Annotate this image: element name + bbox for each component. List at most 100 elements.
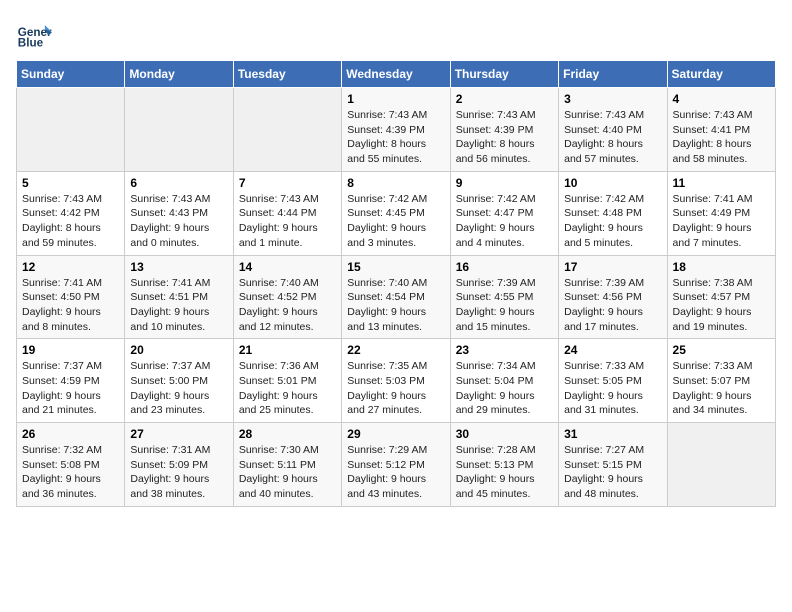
day-number: 20 [130, 343, 227, 357]
calendar-cell [17, 88, 125, 172]
day-info: Sunrise: 7:36 AM Sunset: 5:01 PM Dayligh… [239, 359, 336, 418]
day-number: 31 [564, 427, 661, 441]
day-number: 23 [456, 343, 553, 357]
day-number: 2 [456, 92, 553, 106]
day-info: Sunrise: 7:27 AM Sunset: 5:15 PM Dayligh… [564, 443, 661, 502]
calendar-cell: 29 Sunrise: 7:29 AM Sunset: 5:12 PM Dayli… [342, 423, 450, 507]
logo-icon: General Blue [16, 16, 52, 52]
logo: General Blue [16, 16, 52, 52]
calendar-cell [233, 88, 341, 172]
calendar-cell: 12 Sunrise: 7:41 AM Sunset: 4:50 PM Dayli… [17, 255, 125, 339]
day-info: Sunrise: 7:43 AM Sunset: 4:39 PM Dayligh… [456, 108, 553, 167]
day-number: 29 [347, 427, 444, 441]
day-number: 16 [456, 260, 553, 274]
day-number: 26 [22, 427, 119, 441]
day-info: Sunrise: 7:34 AM Sunset: 5:04 PM Dayligh… [456, 359, 553, 418]
day-info: Sunrise: 7:39 AM Sunset: 4:55 PM Dayligh… [456, 276, 553, 335]
day-info: Sunrise: 7:43 AM Sunset: 4:41 PM Dayligh… [673, 108, 770, 167]
day-info: Sunrise: 7:31 AM Sunset: 5:09 PM Dayligh… [130, 443, 227, 502]
day-info: Sunrise: 7:42 AM Sunset: 4:48 PM Dayligh… [564, 192, 661, 251]
day-info: Sunrise: 7:41 AM Sunset: 4:49 PM Dayligh… [673, 192, 770, 251]
day-header-wednesday: Wednesday [342, 61, 450, 88]
day-number: 7 [239, 176, 336, 190]
calendar-cell: 7 Sunrise: 7:43 AM Sunset: 4:44 PM Daylig… [233, 171, 341, 255]
day-header-monday: Monday [125, 61, 233, 88]
day-number: 10 [564, 176, 661, 190]
calendar-cell: 28 Sunrise: 7:30 AM Sunset: 5:11 PM Dayli… [233, 423, 341, 507]
calendar-cell: 3 Sunrise: 7:43 AM Sunset: 4:40 PM Daylig… [559, 88, 667, 172]
day-info: Sunrise: 7:42 AM Sunset: 4:45 PM Dayligh… [347, 192, 444, 251]
calendar-cell: 1 Sunrise: 7:43 AM Sunset: 4:39 PM Daylig… [342, 88, 450, 172]
calendar-cell [125, 88, 233, 172]
day-info: Sunrise: 7:37 AM Sunset: 5:00 PM Dayligh… [130, 359, 227, 418]
day-header-saturday: Saturday [667, 61, 775, 88]
calendar-cell: 15 Sunrise: 7:40 AM Sunset: 4:54 PM Dayli… [342, 255, 450, 339]
calendar-cell: 21 Sunrise: 7:36 AM Sunset: 5:01 PM Dayli… [233, 339, 341, 423]
day-number: 27 [130, 427, 227, 441]
day-info: Sunrise: 7:43 AM Sunset: 4:42 PM Dayligh… [22, 192, 119, 251]
day-info: Sunrise: 7:40 AM Sunset: 4:52 PM Dayligh… [239, 276, 336, 335]
day-info: Sunrise: 7:40 AM Sunset: 4:54 PM Dayligh… [347, 276, 444, 335]
page-header: General Blue [16, 16, 776, 52]
svg-text:Blue: Blue [18, 37, 44, 50]
day-info: Sunrise: 7:32 AM Sunset: 5:08 PM Dayligh… [22, 443, 119, 502]
calendar-cell: 26 Sunrise: 7:32 AM Sunset: 5:08 PM Dayli… [17, 423, 125, 507]
calendar-cell: 8 Sunrise: 7:42 AM Sunset: 4:45 PM Daylig… [342, 171, 450, 255]
calendar-cell: 2 Sunrise: 7:43 AM Sunset: 4:39 PM Daylig… [450, 88, 558, 172]
calendar-cell: 18Sunrise: 7:38 AM Sunset: 4:57 PM Dayli… [667, 255, 775, 339]
day-info: Sunrise: 7:33 AM Sunset: 5:05 PM Dayligh… [564, 359, 661, 418]
day-header-friday: Friday [559, 61, 667, 88]
day-number: 8 [347, 176, 444, 190]
day-info: Sunrise: 7:37 AM Sunset: 4:59 PM Dayligh… [22, 359, 119, 418]
day-number: 30 [456, 427, 553, 441]
calendar-cell: 30Sunrise: 7:28 AM Sunset: 5:13 PM Dayli… [450, 423, 558, 507]
day-number: 5 [22, 176, 119, 190]
day-info: Sunrise: 7:41 AM Sunset: 4:50 PM Dayligh… [22, 276, 119, 335]
day-number: 21 [239, 343, 336, 357]
day-info: Sunrise: 7:35 AM Sunset: 5:03 PM Dayligh… [347, 359, 444, 418]
calendar-cell: 13Sunrise: 7:41 AM Sunset: 4:51 PM Dayli… [125, 255, 233, 339]
day-number: 1 [347, 92, 444, 106]
day-number: 15 [347, 260, 444, 274]
calendar-cell: 31 Sunrise: 7:27 AM Sunset: 5:15 PM Dayli… [559, 423, 667, 507]
day-number: 14 [239, 260, 336, 274]
calendar-cell: 10 Sunrise: 7:42 AM Sunset: 4:48 PM Dayli… [559, 171, 667, 255]
day-info: Sunrise: 7:43 AM Sunset: 4:43 PM Dayligh… [130, 192, 227, 251]
day-number: 17 [564, 260, 661, 274]
day-header-sunday: Sunday [17, 61, 125, 88]
day-header-tuesday: Tuesday [233, 61, 341, 88]
calendar-cell: 22 Sunrise: 7:35 AM Sunset: 5:03 PM Dayli… [342, 339, 450, 423]
day-number: 19 [22, 343, 119, 357]
day-header-thursday: Thursday [450, 61, 558, 88]
calendar-cell: 20 Sunrise: 7:37 AM Sunset: 5:00 PM Dayli… [125, 339, 233, 423]
day-number: 3 [564, 92, 661, 106]
day-number: 9 [456, 176, 553, 190]
day-number: 25 [673, 343, 770, 357]
day-number: 12 [22, 260, 119, 274]
calendar-cell [667, 423, 775, 507]
day-number: 24 [564, 343, 661, 357]
day-info: Sunrise: 7:38 AM Sunset: 4:57 PM Dayligh… [673, 276, 770, 335]
calendar-cell: 11Sunrise: 7:41 AM Sunset: 4:49 PM Dayli… [667, 171, 775, 255]
calendar-cell: 5 Sunrise: 7:43 AM Sunset: 4:42 PM Daylig… [17, 171, 125, 255]
calendar-cell: 24 Sunrise: 7:33 AM Sunset: 5:05 PM Dayli… [559, 339, 667, 423]
calendar-cell: 14 Sunrise: 7:40 AM Sunset: 4:52 PM Dayli… [233, 255, 341, 339]
day-info: Sunrise: 7:39 AM Sunset: 4:56 PM Dayligh… [564, 276, 661, 335]
calendar-table: SundayMondayTuesdayWednesdayThursdayFrid… [16, 60, 776, 507]
calendar-cell: 19 Sunrise: 7:37 AM Sunset: 4:59 PM Dayli… [17, 339, 125, 423]
calendar-cell: 9Sunrise: 7:42 AM Sunset: 4:47 PM Daylig… [450, 171, 558, 255]
day-info: Sunrise: 7:30 AM Sunset: 5:11 PM Dayligh… [239, 443, 336, 502]
day-info: Sunrise: 7:29 AM Sunset: 5:12 PM Dayligh… [347, 443, 444, 502]
day-info: Sunrise: 7:43 AM Sunset: 4:39 PM Dayligh… [347, 108, 444, 167]
day-number: 28 [239, 427, 336, 441]
calendar-cell: 27 Sunrise: 7:31 AM Sunset: 5:09 PM Dayli… [125, 423, 233, 507]
day-number: 22 [347, 343, 444, 357]
day-info: Sunrise: 7:43 AM Sunset: 4:40 PM Dayligh… [564, 108, 661, 167]
day-number: 6 [130, 176, 227, 190]
calendar-cell: 23 Sunrise: 7:34 AM Sunset: 5:04 PM Dayli… [450, 339, 558, 423]
day-number: 13 [130, 260, 227, 274]
day-info: Sunrise: 7:33 AM Sunset: 5:07 PM Dayligh… [673, 359, 770, 418]
calendar-cell: 25 Sunrise: 7:33 AM Sunset: 5:07 PM Dayli… [667, 339, 775, 423]
calendar-cell: 17 Sunrise: 7:39 AM Sunset: 4:56 PM Dayli… [559, 255, 667, 339]
day-info: Sunrise: 7:43 AM Sunset: 4:44 PM Dayligh… [239, 192, 336, 251]
